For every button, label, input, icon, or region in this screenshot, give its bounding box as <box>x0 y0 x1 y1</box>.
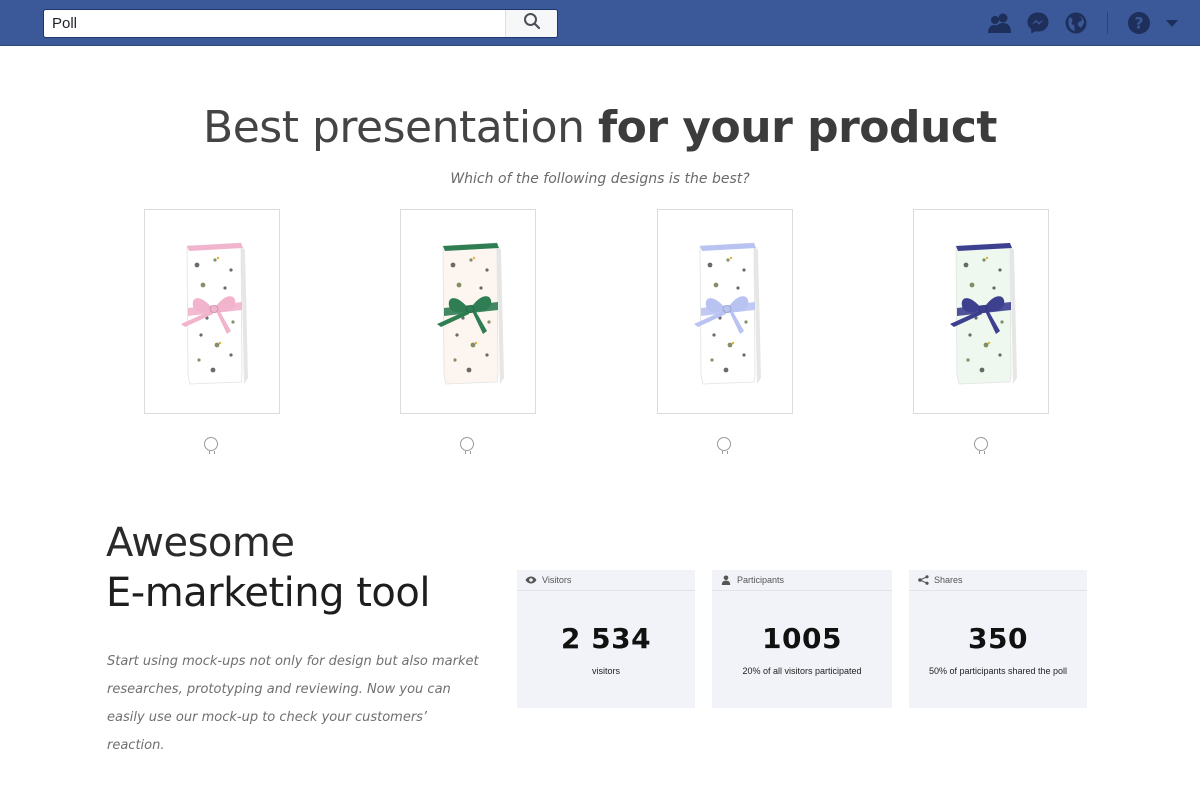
search-icon <box>523 12 541 35</box>
stat-note: 50% of participants shared the poll <box>928 666 1068 676</box>
stat-header: Participants <box>712 570 892 591</box>
globe-icon[interactable] <box>1063 10 1089 36</box>
share-icon <box>917 575 929 585</box>
stat-note: visitors <box>591 666 620 676</box>
stat-value: 2 534 <box>560 622 652 655</box>
page-title-bold: for your product <box>597 102 998 153</box>
eye-icon <box>525 575 537 585</box>
stat-card-participants: Participants 1005 20% of all visitors pa… <box>712 570 892 708</box>
stat-card-visitors: Visitors 2 534 visitors <box>517 570 695 708</box>
svg-text:?: ? <box>1134 14 1143 33</box>
nav-icon-group: ? <box>975 0 1178 46</box>
caret-down-icon[interactable] <box>1166 19 1178 27</box>
design-radio-2[interactable] <box>460 437 474 454</box>
page-title: Best presentation for your product <box>0 102 1200 153</box>
product-image-4 <box>950 242 1017 385</box>
top-navigation-bar: ? <box>0 0 1200 46</box>
design-radio-3[interactable] <box>717 437 731 454</box>
design-card-3[interactable] <box>657 209 793 414</box>
page-title-light: Best presentation <box>203 102 598 153</box>
design-radio-1[interactable] <box>204 437 218 454</box>
friends-icon[interactable] <box>987 10 1013 36</box>
product-image-2 <box>437 242 504 385</box>
stat-value: 350 <box>968 622 1028 655</box>
design-card-1[interactable] <box>144 209 280 414</box>
help-icon[interactable]: ? <box>1126 10 1152 36</box>
messenger-icon[interactable] <box>1025 10 1051 36</box>
design-card-2[interactable] <box>400 209 536 414</box>
design-radio-4[interactable] <box>974 437 988 454</box>
person-icon <box>720 575 732 585</box>
search-input[interactable] <box>44 10 504 37</box>
stat-header: Visitors <box>517 570 695 591</box>
product-image-1 <box>181 242 248 385</box>
stat-header: Shares <box>909 570 1087 591</box>
section-title-line2: E-marketing tool <box>106 570 430 616</box>
stat-value: 1005 <box>762 622 842 655</box>
design-card-4[interactable] <box>913 209 1049 414</box>
section-title-line1: Awesome <box>106 520 295 566</box>
stat-label: Shares <box>934 575 963 585</box>
poll-question: Which of the following designs is the be… <box>450 171 750 187</box>
stat-card-shares: Shares 350 50% of participants shared th… <box>909 570 1087 708</box>
search-box <box>43 9 558 38</box>
nav-divider <box>1107 12 1108 34</box>
search-button[interactable] <box>505 10 557 37</box>
section-description: Start using mock-ups not only for design… <box>107 654 479 753</box>
stat-label: Participants <box>737 575 785 585</box>
stat-label: Visitors <box>542 575 572 585</box>
stat-note: 20% of all visitors participated <box>742 666 862 676</box>
product-image-3 <box>694 242 761 385</box>
